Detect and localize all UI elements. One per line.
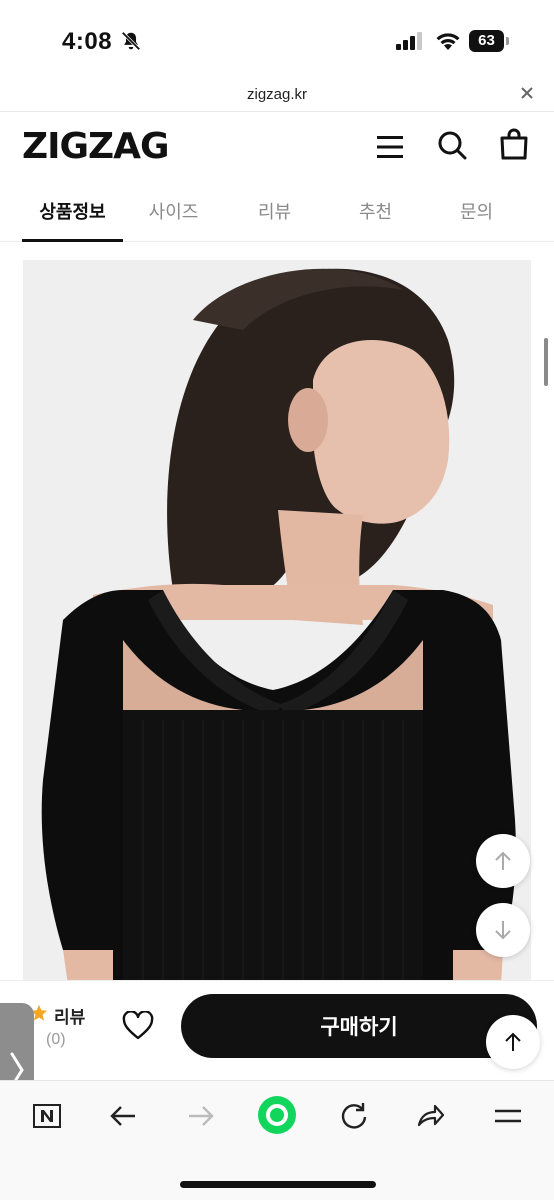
arrow-down-icon bbox=[495, 921, 511, 940]
arrow-up-icon bbox=[495, 851, 511, 870]
scroll-indicator[interactable] bbox=[544, 338, 548, 386]
shopping-bag-icon[interactable] bbox=[499, 128, 529, 160]
forward-arrow-icon bbox=[189, 1106, 214, 1126]
search-icon[interactable] bbox=[437, 130, 467, 160]
arrow-up-icon bbox=[505, 1032, 521, 1051]
battery-level: 63 bbox=[469, 30, 504, 52]
menu-icon[interactable] bbox=[376, 134, 404, 160]
scroll-top-button[interactable] bbox=[486, 1015, 540, 1069]
battery-indicator: 63 bbox=[469, 30, 509, 52]
tab-size[interactable]: 사이즈 bbox=[123, 182, 224, 241]
scroll-down-button[interactable] bbox=[476, 903, 530, 957]
naver-n-button[interactable] bbox=[30, 1099, 64, 1133]
close-icon[interactable] bbox=[520, 86, 534, 100]
purchase-bar: 리뷰 (0) 구매하기 bbox=[0, 980, 554, 1080]
scroll-up-button[interactable] bbox=[476, 834, 530, 888]
tab-review[interactable]: 리뷰 bbox=[224, 182, 325, 241]
share-icon bbox=[417, 1104, 445, 1127]
battery-cap bbox=[506, 37, 509, 45]
status-time: 4:08 bbox=[62, 28, 113, 55]
forward-button[interactable] bbox=[184, 1099, 218, 1133]
url-bar[interactable]: zigzag.kr bbox=[0, 80, 554, 112]
product-photo bbox=[23, 260, 531, 985]
product-image bbox=[23, 260, 531, 985]
browser-menu-button[interactable] bbox=[491, 1099, 525, 1133]
refresh-button[interactable] bbox=[337, 1099, 371, 1133]
back-arrow-icon bbox=[110, 1106, 135, 1126]
url-text[interactable]: zigzag.kr bbox=[0, 86, 554, 103]
home-indicator[interactable] bbox=[180, 1181, 376, 1188]
review-count: (0) bbox=[46, 1031, 66, 1048]
zigzag-logo[interactable]: ZIGZAG bbox=[22, 126, 170, 167]
green-dot-icon bbox=[258, 1096, 296, 1134]
tab-inquiry[interactable]: 문의 bbox=[426, 182, 527, 241]
wifi-icon bbox=[436, 33, 460, 50]
heart-icon[interactable] bbox=[122, 1011, 154, 1041]
product-tabs: 상품정보 사이즈 리뷰 추천 문의 bbox=[0, 182, 554, 242]
app-header: ZIGZAG bbox=[0, 112, 554, 182]
tab-product-info[interactable]: 상품정보 bbox=[22, 182, 123, 242]
tab-recommend[interactable]: 추천 bbox=[325, 182, 426, 241]
back-button[interactable] bbox=[106, 1099, 140, 1133]
hamburger-icon bbox=[495, 1109, 521, 1123]
share-button[interactable] bbox=[413, 1099, 447, 1133]
bell-slash-icon bbox=[121, 31, 141, 51]
buy-button[interactable]: 구매하기 bbox=[181, 994, 537, 1058]
status-bar: 4:08 63 bbox=[0, 0, 554, 80]
refresh-icon bbox=[341, 1103, 367, 1129]
green-dot-button[interactable] bbox=[257, 1095, 297, 1135]
review-label[interactable]: 리뷰 bbox=[54, 1003, 85, 1028]
signal-icon bbox=[396, 32, 422, 50]
naver-n-icon bbox=[33, 1104, 61, 1128]
